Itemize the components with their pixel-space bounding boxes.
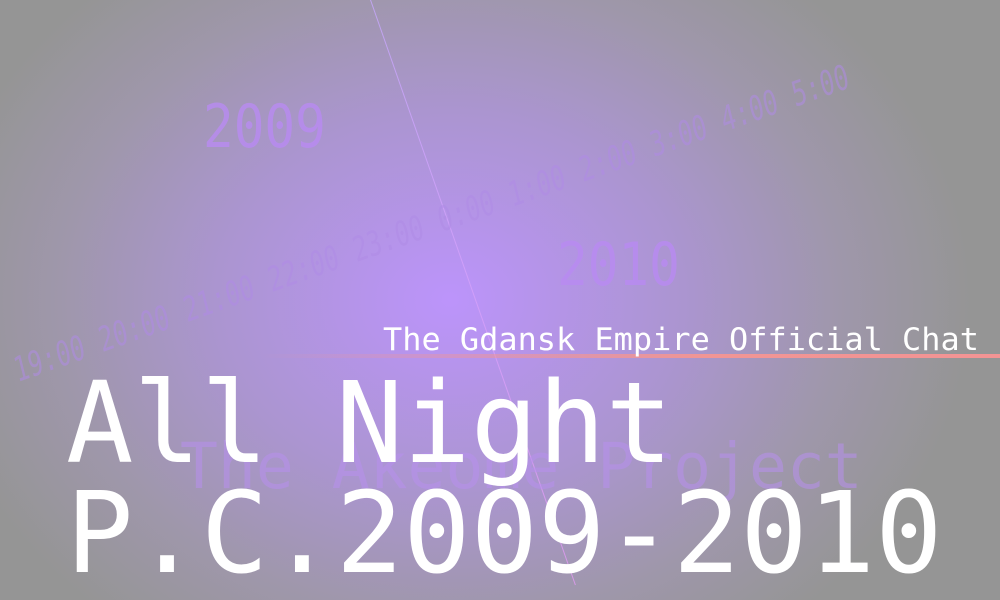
timeline-hour: 4:00 bbox=[716, 76, 798, 141]
timeline-hour: 23:00 bbox=[348, 201, 444, 272]
timeline-hour: 22:00 bbox=[264, 231, 359, 302]
timeline-hour: 20:00 bbox=[94, 291, 189, 362]
main-title: All Night bbox=[66, 359, 673, 489]
timeline-hour: 0:00 bbox=[433, 176, 514, 242]
period-title: P.C.2009-2010 bbox=[66, 469, 943, 599]
timeline-hour: 5:00 bbox=[787, 56, 853, 116]
timeline-hour: 2:00 bbox=[575, 126, 656, 191]
timeline-hour: 3:00 bbox=[646, 101, 727, 166]
timeline-hour: 21:00 bbox=[179, 261, 274, 332]
subtitle: The Gdansk Empire Official Chat bbox=[383, 322, 979, 358]
year-2010: 2010 bbox=[557, 230, 680, 300]
timeline-hour: 1:00 bbox=[504, 151, 585, 216]
year-2009: 2009 bbox=[203, 92, 326, 162]
